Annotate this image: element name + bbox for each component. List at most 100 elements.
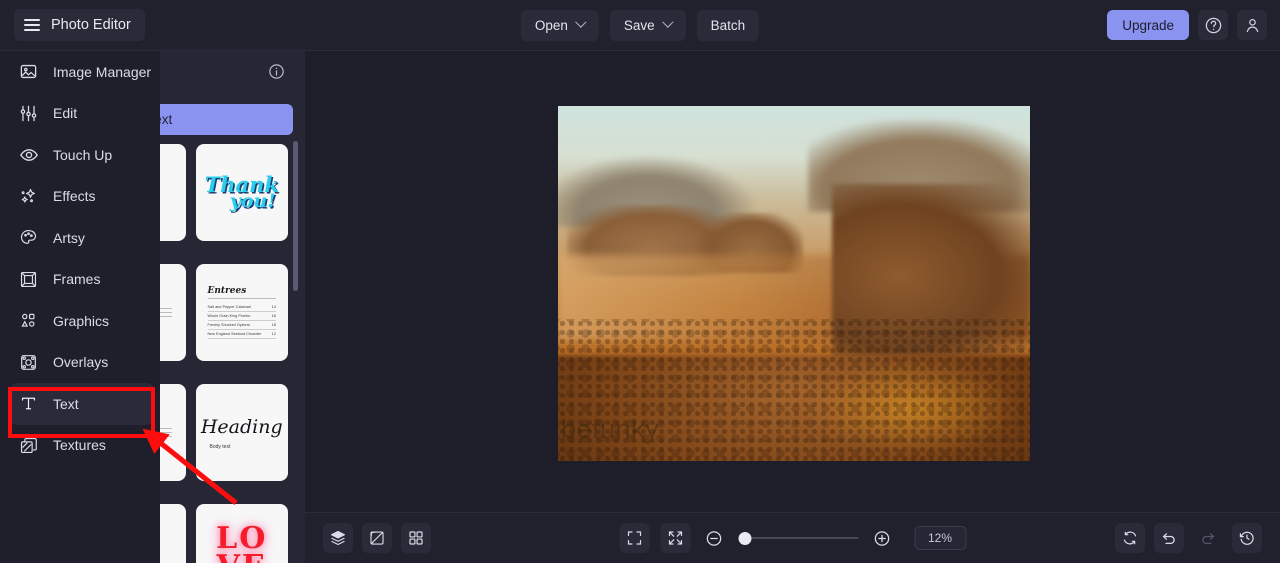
menu-row: Whole Grain King Protein 16 <box>207 312 276 321</box>
sidebar-item-label: Image Manager <box>53 63 152 80</box>
neon-love-art: LO VE <box>216 524 267 563</box>
sidebar-item-frames[interactable]: Frames <box>0 259 160 301</box>
sidebar-item-artsy[interactable]: Artsy <box>0 217 160 259</box>
overlay-icon <box>18 352 39 373</box>
app-title: Photo Editor <box>51 17 131 33</box>
sidebar-item-touch-up[interactable]: Touch Up <box>0 134 160 176</box>
fit-to-screen-button[interactable] <box>619 523 649 553</box>
heading-sample: Heading <box>200 415 283 438</box>
sidebar-item-effects[interactable]: Effects <box>0 176 160 218</box>
bottom-left-tools <box>323 523 431 553</box>
sidebar-item-label: Overlays <box>53 354 109 371</box>
reset-button[interactable] <box>1115 523 1145 553</box>
shapes-icon <box>18 310 39 331</box>
sliders-icon <box>18 103 39 124</box>
menu-heading: Entrees <box>207 286 276 300</box>
open-button[interactable]: Open <box>520 9 599 41</box>
text-template-heading[interactable]: Heading Body text <box>195 384 288 481</box>
sidebar-item-image-manager[interactable]: Image Manager <box>0 51 160 93</box>
zoom-level-value: 12% <box>927 531 953 545</box>
crop-rotate-icon <box>370 531 384 545</box>
chevron-down-icon <box>575 16 587 28</box>
layers-icon <box>330 530 346 546</box>
open-label: Open <box>534 17 568 33</box>
thank-you-art: Thank you! <box>205 174 279 211</box>
minus-circle-icon <box>706 530 722 546</box>
redo-button[interactable] <box>1193 523 1223 553</box>
sidebar-item-textures[interactable]: Textures <box>0 425 160 467</box>
text-template-love[interactable]: LO VE <box>195 504 288 563</box>
transform-button[interactable] <box>362 523 392 553</box>
refresh-icon <box>1123 531 1137 545</box>
undo-button[interactable] <box>1154 523 1184 553</box>
collapse-icon <box>668 531 682 545</box>
save-button[interactable]: Save <box>609 9 686 41</box>
text-template-thank-you[interactable]: Thank you! <box>195 144 288 241</box>
thank-you-line2: you! <box>229 190 276 212</box>
zoom-out-button[interactable] <box>701 525 727 551</box>
menu-template: Entrees Salt and Pepper Calamari 14 Whol… <box>196 286 289 339</box>
sidebar-item-label: Edit <box>53 105 78 122</box>
save-label: Save <box>623 17 655 33</box>
sidebar-item-label: Touch Up <box>53 146 113 163</box>
text-panel-scrollbar[interactable] <box>293 141 298 291</box>
canvas-area[interactable]: befunky <box>305 51 1280 512</box>
actual-size-button[interactable] <box>660 523 690 553</box>
body-text-sample: Body text <box>209 443 231 450</box>
menu-item-price: 14 <box>271 305 276 310</box>
menu-item-name: Whole Grain King Protein <box>207 314 251 319</box>
text-template-menu[interactable]: Entrees Salt and Pepper Calamari 14 Whol… <box>195 264 289 361</box>
sidebar-item-graphics[interactable]: Graphics <box>0 300 160 342</box>
upgrade-label: Upgrade <box>1122 17 1174 33</box>
user-icon <box>1246 18 1258 32</box>
menu-item-price: 12 <box>271 332 276 337</box>
hamburger-icon <box>24 19 40 31</box>
sidebar-item-overlays[interactable]: Overlays <box>0 342 160 384</box>
batch-label: Batch <box>710 17 746 33</box>
menu-row: Freshly Shucked Oysters 18 <box>207 321 276 330</box>
undo-icon <box>1162 533 1175 545</box>
main-sidebar: Image Manager Edit Touch Up Effects Arts… <box>0 51 160 563</box>
bottom-toolbar: 12% <box>305 512 1280 563</box>
grid-icon <box>409 531 423 545</box>
zoom-slider-handle[interactable] <box>738 531 751 545</box>
plus-circle-icon <box>874 530 890 546</box>
sidebar-item-label: Effects <box>53 188 96 205</box>
zoom-slider[interactable] <box>738 531 858 545</box>
chevron-down-icon <box>661 16 674 28</box>
zoom-controls: 12% <box>619 523 966 553</box>
top-right-actions: Upgrade <box>1107 10 1267 40</box>
redo-icon <box>1202 533 1215 545</box>
sidebar-item-edit[interactable]: Edit <box>0 93 160 135</box>
help-button[interactable] <box>1198 10 1228 40</box>
sidebar-item-label: Text <box>53 395 79 412</box>
zoom-slider-track <box>738 537 858 539</box>
batch-button[interactable]: Batch <box>696 9 760 41</box>
menu-item-price: 18 <box>271 323 276 328</box>
history-button[interactable] <box>1232 523 1262 553</box>
eye-icon <box>18 144 39 165</box>
info-circle-icon[interactable] <box>268 63 285 85</box>
upgrade-button[interactable]: Upgrade <box>1107 10 1189 40</box>
menu-row: Salt and Pepper Calamari 14 <box>207 303 276 313</box>
menu-item-name: New England Seafood Chowder <box>207 332 262 337</box>
top-toolbar: Photo Editor Open Save Batch Upgrade <box>0 0 1280 51</box>
app-menu-button[interactable]: Photo Editor <box>14 9 145 41</box>
menu-row: New England Seafood Chowder 12 <box>207 330 276 339</box>
zoom-in-button[interactable] <box>869 525 895 551</box>
sidebar-item-label: Textures <box>53 437 106 454</box>
menu-item-name: Salt and Pepper Calamari <box>207 305 252 310</box>
account-button[interactable] <box>1237 10 1267 40</box>
sidebar-item-text[interactable]: Text <box>10 383 154 425</box>
menu-item-price: 16 <box>271 314 276 319</box>
textures-icon <box>18 435 39 456</box>
watermark-label: befunky <box>561 414 660 444</box>
question-circle-icon <box>1205 17 1221 33</box>
sidebar-item-label: Artsy <box>53 229 85 246</box>
zoom-level-input[interactable]: 12% <box>914 526 966 550</box>
text-t-icon <box>18 393 39 414</box>
love-line2: VE <box>216 551 267 563</box>
layers-button[interactable] <box>323 523 353 553</box>
grid-button[interactable] <box>401 523 431 553</box>
photo-canvas[interactable]: befunky <box>558 106 1030 461</box>
